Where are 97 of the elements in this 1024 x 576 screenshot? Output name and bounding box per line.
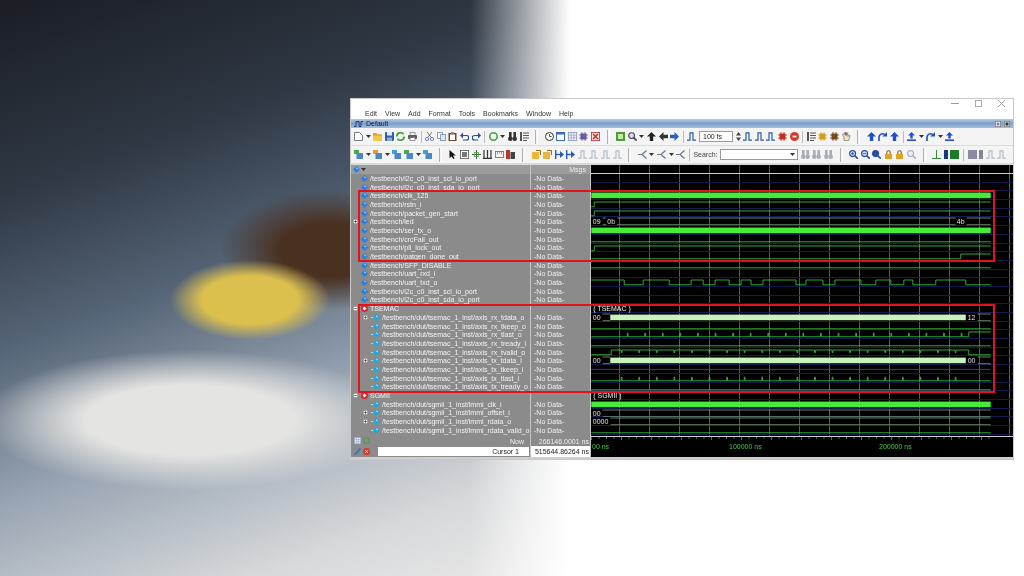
list-icon[interactable] xyxy=(806,132,816,141)
tree-toggle[interactable] xyxy=(362,419,368,425)
diamond-arrow-icon[interactable] xyxy=(371,357,380,365)
grid-icon[interactable] xyxy=(354,437,362,445)
diamond-arrow-icon[interactable] xyxy=(371,339,380,347)
cross-mark-icon[interactable] xyxy=(591,132,601,141)
crosshair-icon[interactable] xyxy=(471,150,481,159)
square-icon[interactable] xyxy=(950,150,960,159)
arrow-right-icon[interactable] xyxy=(670,132,680,141)
printer-icon[interactable] xyxy=(407,132,417,141)
group-icon[interactable] xyxy=(361,305,368,313)
document-icon[interactable] xyxy=(531,150,541,159)
diamond-arrow-icon[interactable] xyxy=(371,374,380,382)
document-icon[interactable] xyxy=(543,150,553,159)
hand-icon[interactable] xyxy=(841,132,851,141)
diamond-arrow-icon[interactable] xyxy=(371,348,380,356)
stop-icon[interactable] xyxy=(789,132,799,141)
caret-icon[interactable] xyxy=(384,153,390,156)
diamond-arrow-icon[interactable] xyxy=(371,365,380,373)
grid-icon[interactable] xyxy=(567,132,577,141)
magnifier-icon[interactable] xyxy=(627,132,637,141)
branch-arrow-icon[interactable] xyxy=(676,150,686,159)
cross-circle-icon[interactable] xyxy=(363,447,371,456)
scissors-icon[interactable] xyxy=(425,132,435,141)
curved-arrow-icon[interactable] xyxy=(926,132,936,141)
chip-icon[interactable] xyxy=(829,132,839,141)
refresh-icon[interactable] xyxy=(396,132,406,141)
magnifier-icon[interactable] xyxy=(872,150,882,159)
waveform-icon xyxy=(354,120,363,127)
diamond-arrow-icon[interactable] xyxy=(371,400,380,408)
clipboard-icon[interactable] xyxy=(448,132,458,141)
search-field[interactable] xyxy=(720,149,799,160)
caret-icon[interactable] xyxy=(365,153,371,156)
caret-icon[interactable] xyxy=(790,153,796,156)
spinner-icon[interactable] xyxy=(735,132,741,141)
zoom-out-icon[interactable] xyxy=(860,150,870,159)
tree-toggle[interactable] xyxy=(362,410,368,416)
undo-icon[interactable] xyxy=(459,132,469,141)
maximize-icon[interactable] xyxy=(975,99,982,107)
diamond-arrow-icon[interactable] xyxy=(371,426,380,434)
caret-icon[interactable] xyxy=(365,135,371,138)
diamond-icon[interactable] xyxy=(361,261,368,269)
arrow-up-icon[interactable] xyxy=(866,132,876,141)
window-icon[interactable] xyxy=(556,132,566,141)
diamond-icon[interactable] xyxy=(361,183,368,191)
caret-icon[interactable] xyxy=(415,153,421,156)
binoculars-icon[interactable] xyxy=(507,132,517,141)
diamond-icon[interactable] xyxy=(361,253,368,261)
chip-icon[interactable] xyxy=(579,132,589,141)
list-icon[interactable] xyxy=(519,132,529,141)
tree-toggle[interactable] xyxy=(352,306,358,312)
bar-icon[interactable] xyxy=(943,150,948,159)
tree-toggle[interactable] xyxy=(352,219,358,225)
ruler-icon[interactable] xyxy=(494,150,504,159)
diamond-arrow-icon[interactable] xyxy=(371,409,380,417)
tree-toggle[interactable] xyxy=(352,393,358,399)
step-wave-icon[interactable] xyxy=(687,132,697,141)
padlock-icon[interactable] xyxy=(895,150,905,159)
tree-toggle[interactable] xyxy=(362,358,368,364)
plus-icon[interactable] xyxy=(995,120,1001,127)
branch-arrow-icon[interactable] xyxy=(657,150,667,159)
zoom-in-icon[interactable] xyxy=(849,150,859,159)
caret-icon[interactable] xyxy=(668,153,674,156)
page-icon[interactable] xyxy=(354,132,363,141)
diamond-arrow-icon[interactable] xyxy=(371,418,380,426)
restore-icon[interactable] xyxy=(1004,120,1010,127)
caret-icon[interactable] xyxy=(500,135,506,138)
padlock-icon[interactable] xyxy=(883,150,893,159)
diamond-arrow-icon[interactable] xyxy=(371,313,380,321)
close-icon[interactable] xyxy=(998,99,1005,107)
arrow-right-icon[interactable] xyxy=(554,150,564,159)
arrow-left-icon[interactable] xyxy=(658,132,668,141)
caret-icon[interactable] xyxy=(639,135,645,138)
caret-icon[interactable] xyxy=(918,135,924,138)
chip-icon[interactable] xyxy=(777,132,787,141)
diamond-arrow-icon[interactable] xyxy=(371,383,380,391)
diamond-arrow-icon[interactable] xyxy=(371,322,380,330)
bars-icon[interactable] xyxy=(506,150,516,159)
branch-arrow-icon[interactable] xyxy=(637,150,647,159)
caret-icon[interactable] xyxy=(649,153,655,156)
cursor-line-icon[interactable] xyxy=(932,150,942,159)
bars-icon[interactable] xyxy=(483,150,493,159)
arrow-right-icon[interactable] xyxy=(566,150,576,159)
zoom-box-icon[interactable] xyxy=(459,150,469,159)
redo-icon[interactable] xyxy=(471,132,481,141)
caret-icon[interactable] xyxy=(937,135,943,138)
pointer-icon[interactable] xyxy=(448,150,458,159)
minimize-icon[interactable] xyxy=(951,102,959,104)
stopwatch-icon[interactable] xyxy=(544,132,554,141)
diamond-arrow-icon[interactable] xyxy=(371,331,380,339)
arrow-up-icon[interactable] xyxy=(945,132,955,141)
group-icon[interactable] xyxy=(361,392,368,400)
arrow-up-icon[interactable] xyxy=(907,132,917,141)
arrow-up-icon[interactable] xyxy=(647,132,657,141)
tree-toggle[interactable] xyxy=(362,314,368,320)
curved-arrow-icon[interactable] xyxy=(878,132,888,141)
square-icon[interactable] xyxy=(967,150,977,159)
